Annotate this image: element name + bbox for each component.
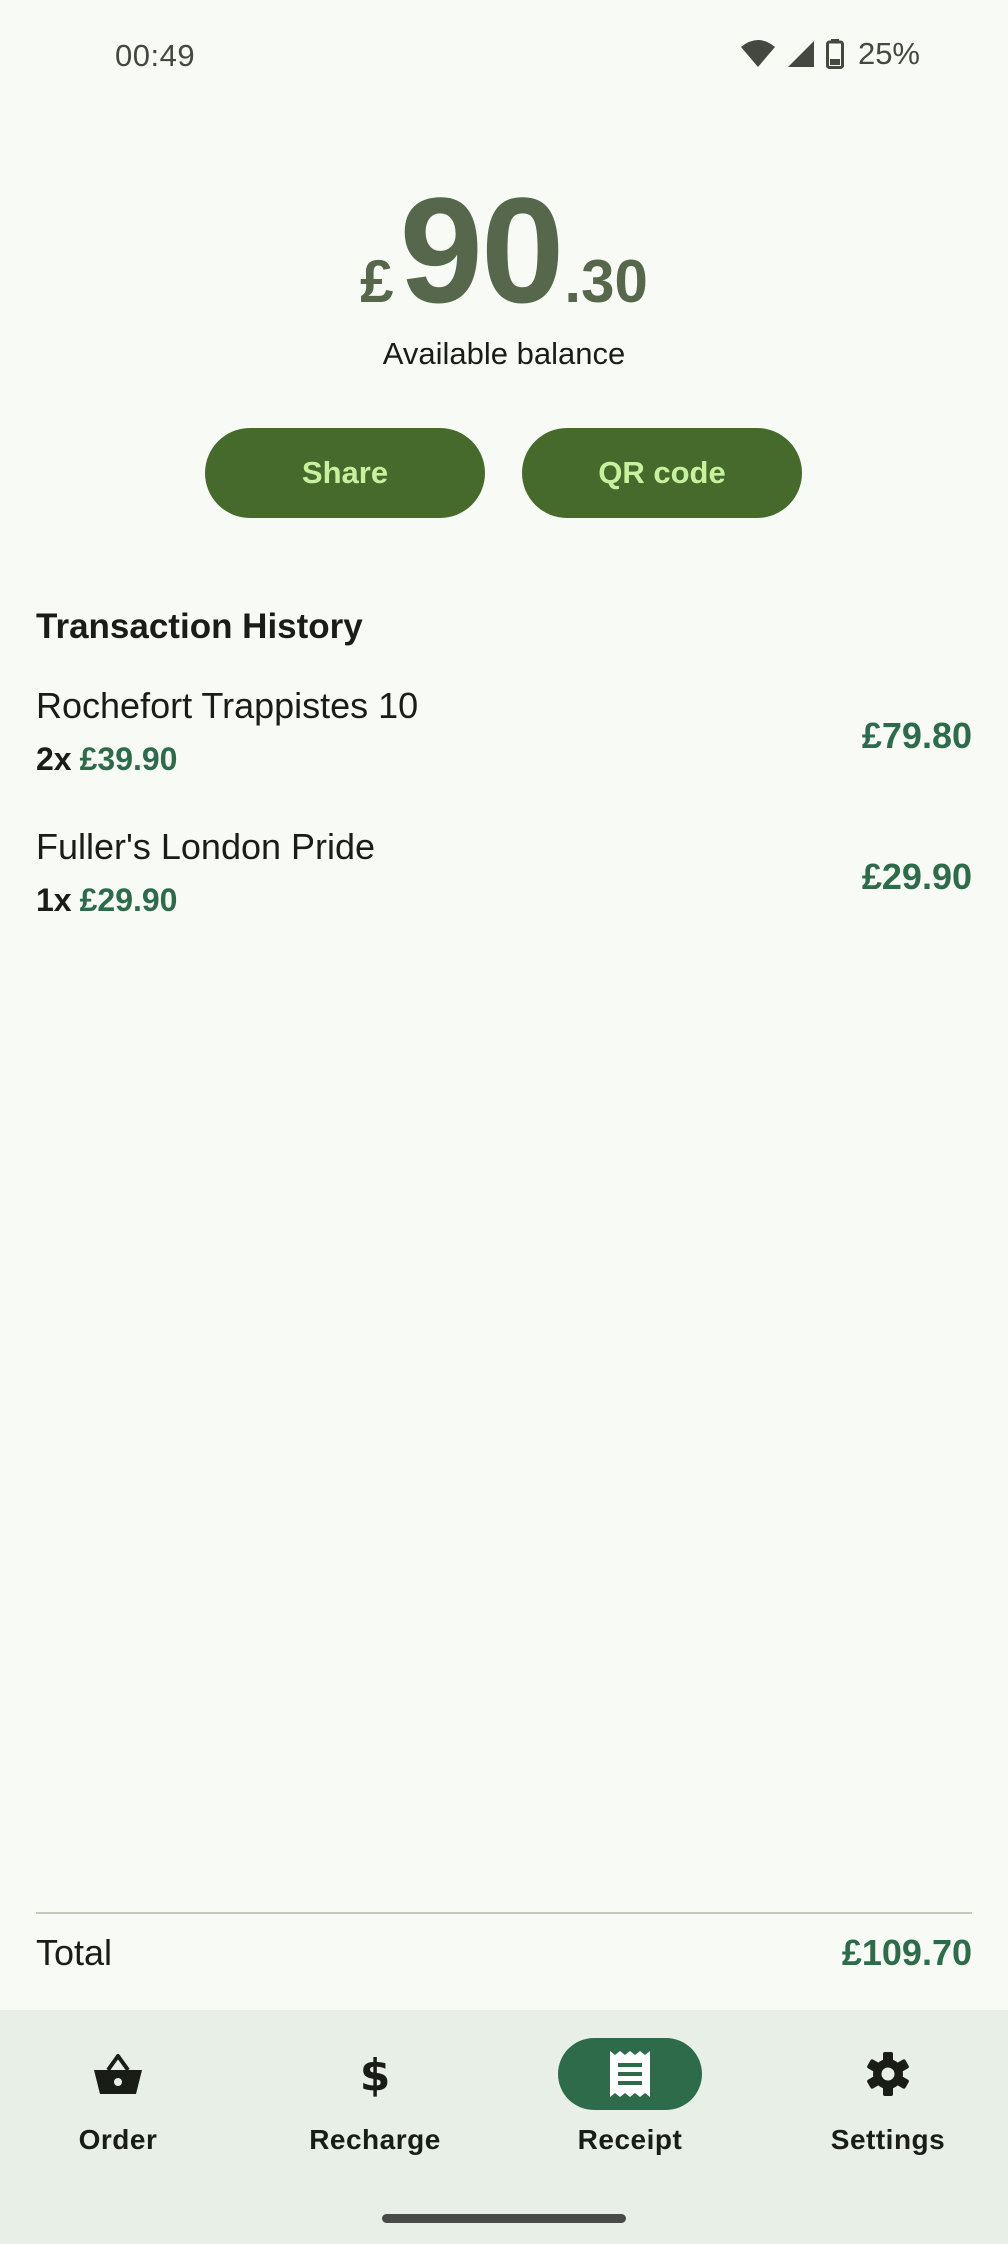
transaction-name: Fuller's London Pride (36, 826, 376, 867)
total-label: Total (36, 1932, 113, 1973)
svg-text:$: $ (360, 2050, 391, 2098)
nav-item-settings[interactable]: Settings (788, 2038, 988, 2168)
nav-label-recharge: Recharge (309, 2124, 441, 2155)
battery-icon (825, 39, 844, 69)
transaction-item: Fuller's London Pride 1x £29.90 £29.90 (36, 826, 972, 936)
nav-label-receipt: Receipt (577, 2124, 683, 2155)
bottom-navigation: Order $ Recharge Receipt Settings (0, 2010, 1008, 2244)
wifi-icon (740, 40, 775, 67)
balance-whole: 90 (399, 166, 565, 334)
status-time: 00:49 (115, 38, 196, 73)
dollar-icon: $ (360, 2050, 391, 2098)
qr-code-button[interactable]: QR code (522, 428, 802, 518)
share-button[interactable]: Share (205, 428, 485, 518)
nav-label-settings: Settings (830, 2124, 946, 2155)
nav-icon-container: $ (303, 2038, 447, 2110)
transaction-total: £79.80 (861, 715, 972, 756)
total-value: £109.70 (841, 1932, 972, 1973)
balance-amount: £ 90 .30 (0, 175, 1008, 325)
total-divider (36, 1912, 972, 1914)
transaction-history-title: Transaction History (36, 607, 363, 646)
status-icons: 25% (740, 36, 920, 72)
signal-icon (787, 41, 814, 67)
nav-icon-container (816, 2038, 960, 2110)
gear-icon (867, 2052, 909, 2096)
receipt-icon (610, 2051, 650, 2097)
battery-percentage: 25% (857, 36, 920, 71)
transaction-quantity-line: 1x £29.90 (36, 882, 177, 919)
transaction-quantity: 2x (36, 741, 72, 777)
nav-icon-container-active (558, 2038, 702, 2110)
nav-item-recharge[interactable]: $ Recharge (275, 2038, 475, 2168)
transaction-quantity: 1x (36, 882, 72, 918)
balance-fraction: .30 (564, 248, 648, 315)
balance-label: Available balance (382, 336, 626, 371)
basket-icon (94, 2054, 142, 2094)
status-bar: 00:49 25% (0, 0, 1008, 112)
home-indicator[interactable] (382, 2214, 626, 2223)
transaction-name: Rochefort Trappistes 10 (36, 685, 419, 726)
nav-item-receipt[interactable]: Receipt (530, 2038, 730, 2168)
transaction-item: Rochefort Trappistes 10 2x £39.90 £79.80 (36, 685, 972, 795)
nav-icon-container (46, 2038, 190, 2110)
nav-item-order[interactable]: Order (18, 2038, 218, 2168)
transaction-quantity-line: 2x £39.90 (36, 741, 177, 778)
nav-label-order: Order (78, 2124, 158, 2155)
transaction-total: £29.90 (861, 856, 972, 897)
balance-currency: £ (360, 248, 394, 315)
transaction-unit-price: £39.90 (79, 741, 178, 777)
transaction-unit-price: £29.90 (79, 882, 178, 918)
